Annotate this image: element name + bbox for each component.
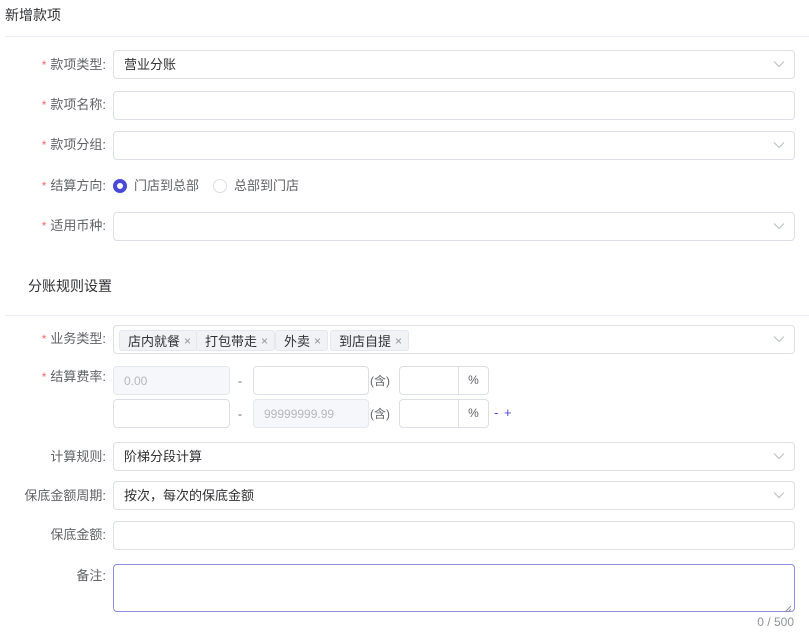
type-select-value: 营业分账 bbox=[124, 57, 177, 72]
guarantee-amount-label: 保底金额: bbox=[50, 527, 106, 542]
remark-char-counter: 0 / 500 bbox=[757, 615, 794, 629]
calc-rule-select[interactable]: 阶梯分段计算 bbox=[113, 442, 795, 471]
tag-dine-in: 店内就餐 × bbox=[119, 330, 199, 351]
required-mark: * bbox=[41, 332, 47, 346]
rules-section-title: 分账规则设置 bbox=[28, 278, 112, 294]
rate-row1-from-input: 0.00 bbox=[113, 366, 230, 395]
range-separator: - bbox=[238, 407, 242, 421]
remark-textarea[interactable] bbox=[113, 564, 795, 613]
radio-hq-to-store[interactable]: 总部到门店 bbox=[213, 177, 299, 195]
chevron-down-icon bbox=[773, 222, 785, 230]
section-divider bbox=[5, 315, 809, 316]
required-mark: * bbox=[41, 138, 47, 152]
tag-close-icon[interactable]: × bbox=[314, 334, 321, 348]
calc-rule-label: 计算规则: bbox=[50, 449, 106, 464]
business-type-label: * 业务类型: bbox=[41, 331, 106, 346]
rate-row2-percent-input[interactable]: % bbox=[399, 399, 489, 428]
percent-suffix: % bbox=[458, 367, 488, 394]
chevron-down-icon bbox=[773, 141, 785, 149]
guarantee-period-value: 按次，每次的保底金额 bbox=[124, 488, 255, 503]
header-divider bbox=[5, 36, 809, 37]
required-mark: * bbox=[41, 219, 47, 233]
rate-row2-to-input: 99999999.99 bbox=[253, 399, 369, 428]
rate-label: * 结算费率: bbox=[41, 369, 106, 384]
required-mark: * bbox=[41, 179, 47, 193]
inclusive-label: (含) bbox=[370, 407, 390, 421]
add-rate-row-button[interactable]: + bbox=[504, 405, 512, 421]
resize-grip-icon[interactable] bbox=[784, 601, 792, 613]
currency-select[interactable] bbox=[113, 212, 795, 241]
rate-row1-to-input[interactable] bbox=[253, 366, 369, 395]
radio-store-to-hq[interactable]: 门店到总部 bbox=[113, 177, 199, 195]
rate-row1-percent-input[interactable]: % bbox=[399, 366, 489, 395]
tag-delivery: 外卖 × bbox=[275, 330, 329, 351]
chevron-down-icon bbox=[773, 335, 785, 343]
radio-checked-icon bbox=[113, 179, 127, 193]
direction-radio-group: 门店到总部 总部到门店 bbox=[113, 177, 313, 195]
page-title: 新增款项 bbox=[5, 7, 61, 23]
name-input[interactable] bbox=[113, 91, 795, 120]
tag-close-icon[interactable]: × bbox=[395, 334, 402, 348]
group-label: * 款项分组: bbox=[41, 137, 106, 152]
name-label: * 款项名称: bbox=[41, 97, 106, 112]
chevron-down-icon bbox=[773, 452, 785, 460]
rate-row2-from-input[interactable] bbox=[113, 399, 230, 428]
range-separator: - bbox=[238, 374, 242, 388]
guarantee-period-select[interactable]: 按次，每次的保底金额 bbox=[113, 481, 795, 510]
tag-pickup: 到店自提 × bbox=[330, 330, 410, 351]
chevron-down-icon bbox=[773, 60, 785, 68]
required-mark: * bbox=[41, 58, 47, 72]
tag-takeaway: 打包带走 × bbox=[196, 330, 276, 351]
inclusive-label: (含) bbox=[370, 374, 390, 388]
tag-close-icon[interactable]: × bbox=[184, 334, 191, 348]
required-mark: * bbox=[41, 98, 47, 112]
remove-rate-row-button[interactable]: - bbox=[494, 405, 498, 421]
guarantee-period-label: 保底金额周期: bbox=[24, 488, 106, 503]
currency-label: * 适用币种: bbox=[41, 218, 106, 233]
guarantee-amount-input[interactable] bbox=[113, 521, 795, 550]
calc-rule-value: 阶梯分段计算 bbox=[124, 449, 203, 464]
type-select[interactable]: 营业分账 bbox=[113, 50, 795, 79]
type-label: * 款项类型: bbox=[41, 57, 106, 72]
percent-suffix: % bbox=[458, 400, 488, 427]
remark-label: 备注: bbox=[76, 568, 106, 583]
required-mark: * bbox=[41, 370, 47, 384]
chevron-down-icon bbox=[773, 491, 785, 499]
group-select[interactable] bbox=[113, 131, 795, 160]
tag-close-icon[interactable]: × bbox=[261, 334, 268, 348]
business-type-select[interactable]: 店内就餐 × 打包带走 × 外卖 × 到店自提 × bbox=[113, 325, 795, 354]
radio-unchecked-icon bbox=[213, 179, 228, 193]
direction-label: * 结算方向: bbox=[41, 178, 106, 193]
